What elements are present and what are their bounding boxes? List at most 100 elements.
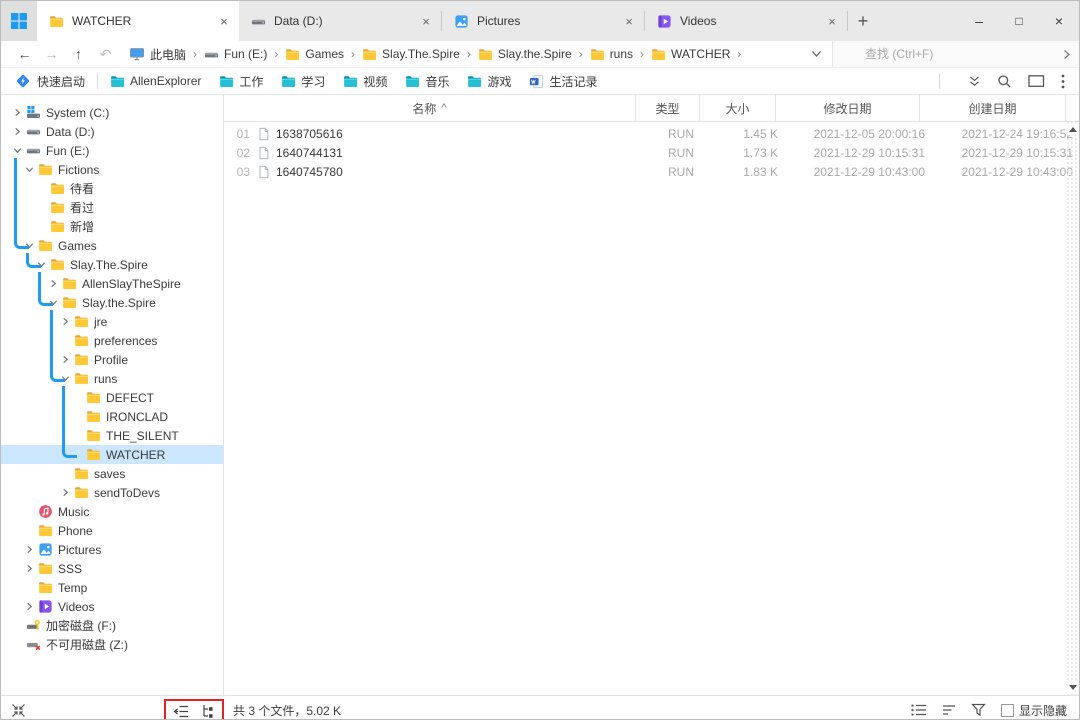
- tree-item-saves[interactable]: saves: [1, 464, 223, 483]
- tree-item-sendtodevs[interactable]: sendToDevs: [1, 483, 223, 502]
- new-tab-button[interactable]: +: [848, 1, 878, 41]
- tree-item-phone[interactable]: Phone: [1, 521, 223, 540]
- tree-item-sss[interactable]: SSS: [1, 559, 223, 578]
- filter-icon[interactable]: [971, 703, 986, 717]
- tree-item-the-silent[interactable]: THE_SILENT: [1, 426, 223, 445]
- chevron-right-icon[interactable]: [45, 279, 62, 288]
- file-row-1640745780[interactable]: 031640745780RUN1.83 K2021-12-29 10:43:00…: [224, 162, 1079, 181]
- app-menu-button[interactable]: [1, 1, 37, 41]
- breadcrumb-item-watcher[interactable]: WATCHER: [649, 46, 732, 63]
- bookmark-视频[interactable]: 视频: [343, 73, 387, 90]
- file-row-1640744131[interactable]: 021640744131RUN1.73 K2021-12-29 10:15:31…: [224, 143, 1079, 162]
- list-view-icon[interactable]: [911, 704, 927, 716]
- tree-item-videos[interactable]: Videos: [1, 597, 223, 616]
- chevron-right-icon[interactable]: [57, 355, 74, 364]
- chevron-right-icon[interactable]: [21, 564, 38, 573]
- chevron-down-icon[interactable]: [45, 298, 62, 307]
- search-icon[interactable]: [997, 74, 1012, 89]
- tree-item-preferences[interactable]: preferences: [1, 331, 223, 350]
- tree-item-slay-the-spire[interactable]: Slay.the.Spire: [1, 293, 223, 312]
- breadcrumb-item-fun-e[interactable]: Fun (E:): [202, 46, 269, 63]
- scroll-down-button[interactable]: [1066, 681, 1079, 693]
- chevron-right-icon[interactable]: [21, 602, 38, 611]
- breadcrumb-item-slay-the-spire[interactable]: Slay.The.Spire: [360, 46, 462, 63]
- column-header-大小[interactable]: 大小: [700, 95, 776, 121]
- tree-item-system-c[interactable]: System (C:): [1, 103, 223, 122]
- tree-item-jre[interactable]: jre: [1, 312, 223, 331]
- tree-item-pictures[interactable]: Pictures: [1, 540, 223, 559]
- tab-close-button[interactable]: ×: [620, 14, 638, 29]
- undo-button[interactable]: ↶: [92, 46, 119, 63]
- chevron-down-icon[interactable]: [21, 165, 38, 174]
- tree-item-profile[interactable]: Profile: [1, 350, 223, 369]
- breadcrumb-separator[interactable]: ›: [274, 47, 278, 61]
- bookmark-allenexplorer[interactable]: AllenExplorer: [110, 74, 201, 89]
- minimize-button[interactable]: –: [959, 1, 999, 41]
- breadcrumb-separator[interactable]: ›: [193, 47, 197, 61]
- chevron-right-icon[interactable]: [9, 108, 26, 117]
- chevron-right-icon[interactable]: [9, 127, 26, 136]
- tree-item-runs[interactable]: runs: [1, 369, 223, 388]
- double-chevron-down-icon[interactable]: [968, 75, 981, 88]
- tree-item-不可用磁盘-z[interactable]: 不可用磁盘 (Z:): [1, 635, 223, 654]
- tree-item-slay-the-spire[interactable]: Slay.The.Spire: [1, 255, 223, 274]
- column-header-修改日期[interactable]: 修改日期: [776, 95, 920, 121]
- bookmark-工作[interactable]: 工作: [219, 73, 263, 90]
- bookmark-音乐[interactable]: 音乐: [405, 73, 449, 90]
- layout-rectangle-icon[interactable]: [1028, 74, 1045, 88]
- tab-videos[interactable]: Videos×: [645, 1, 847, 41]
- tree-item-defect[interactable]: DEFECT: [1, 388, 223, 407]
- tab-watcher[interactable]: WATCHER×: [37, 1, 239, 41]
- tab-close-button[interactable]: ×: [215, 14, 233, 29]
- search-input[interactable]: [863, 46, 1063, 62]
- column-header-名称[interactable]: 名称^: [224, 95, 636, 121]
- bookmark-学习[interactable]: 学习: [281, 73, 325, 90]
- show-hidden-toggle[interactable]: 显示隐藏: [1001, 702, 1067, 719]
- column-header-创建日期[interactable]: 创建日期: [920, 95, 1066, 121]
- bookmark-生活记录[interactable]: 生活记录: [529, 73, 597, 90]
- show-hidden-checkbox[interactable]: [1001, 704, 1014, 717]
- breadcrumb-item-此电脑[interactable]: 此电脑: [127, 45, 188, 64]
- tree-item-加密磁盘-f[interactable]: 加密磁盘 (F:): [1, 616, 223, 635]
- maximize-button[interactable]: □: [999, 1, 1039, 41]
- search-expand-icon[interactable]: [1063, 49, 1071, 60]
- breadcrumb-separator[interactable]: ›: [351, 47, 355, 61]
- vertical-scrollbar[interactable]: [1066, 121, 1079, 695]
- column-header-类型[interactable]: 类型: [636, 95, 700, 121]
- breadcrumb-separator[interactable]: ›: [579, 47, 583, 61]
- tree-item-music[interactable]: Music: [1, 502, 223, 521]
- tree-item-看过[interactable]: 看过: [1, 198, 223, 217]
- breadcrumb-item-slay-the-spire[interactable]: Slay.the.Spire: [476, 46, 574, 63]
- bookmark-游戏[interactable]: 游戏: [467, 73, 511, 90]
- chevron-down-icon[interactable]: [33, 260, 50, 269]
- tree-item-temp[interactable]: Temp: [1, 578, 223, 597]
- tree-item-watcher[interactable]: WATCHER: [1, 445, 223, 464]
- back-button[interactable]: ←: [11, 46, 38, 62]
- collapse-all-icon[interactable]: [11, 703, 26, 718]
- quick-launch-button[interactable]: 快速启动: [1, 73, 85, 90]
- tree-item-ironclad[interactable]: IRONCLAD: [1, 407, 223, 426]
- tab-close-button[interactable]: ×: [417, 14, 435, 29]
- chevron-down-icon[interactable]: [57, 374, 74, 383]
- tab-data-d[interactable]: Data (D:)×: [239, 1, 441, 41]
- breadcrumb-dropdown-button[interactable]: [801, 47, 832, 61]
- tab-pictures[interactable]: Pictures×: [442, 1, 644, 41]
- breadcrumb-separator[interactable]: ›: [737, 47, 741, 61]
- tree-item-新增[interactable]: 新增: [1, 217, 223, 236]
- breadcrumb-separator[interactable]: ›: [467, 47, 471, 61]
- chevron-down-icon[interactable]: [21, 241, 38, 250]
- breadcrumb-item-runs[interactable]: runs: [588, 46, 635, 63]
- tab-close-button[interactable]: ×: [823, 14, 841, 29]
- chevron-down-icon[interactable]: [9, 146, 26, 155]
- close-button[interactable]: ×: [1039, 1, 1079, 41]
- tree-item-data-d[interactable]: Data (D:): [1, 122, 223, 141]
- chevron-right-icon[interactable]: [57, 317, 74, 326]
- tree-item-待看[interactable]: 待看: [1, 179, 223, 198]
- chevron-right-icon[interactable]: [21, 545, 38, 554]
- scroll-up-button[interactable]: [1066, 123, 1079, 135]
- kebab-menu-icon[interactable]: [1061, 74, 1065, 89]
- collapse-tree-icon[interactable]: [173, 705, 189, 718]
- file-row-1638705616[interactable]: 011638705616RUN1.45 K2021-12-05 20:00:16…: [224, 124, 1079, 143]
- tree-view-icon[interactable]: [201, 704, 215, 718]
- breadcrumb-item-games[interactable]: Games: [283, 46, 346, 63]
